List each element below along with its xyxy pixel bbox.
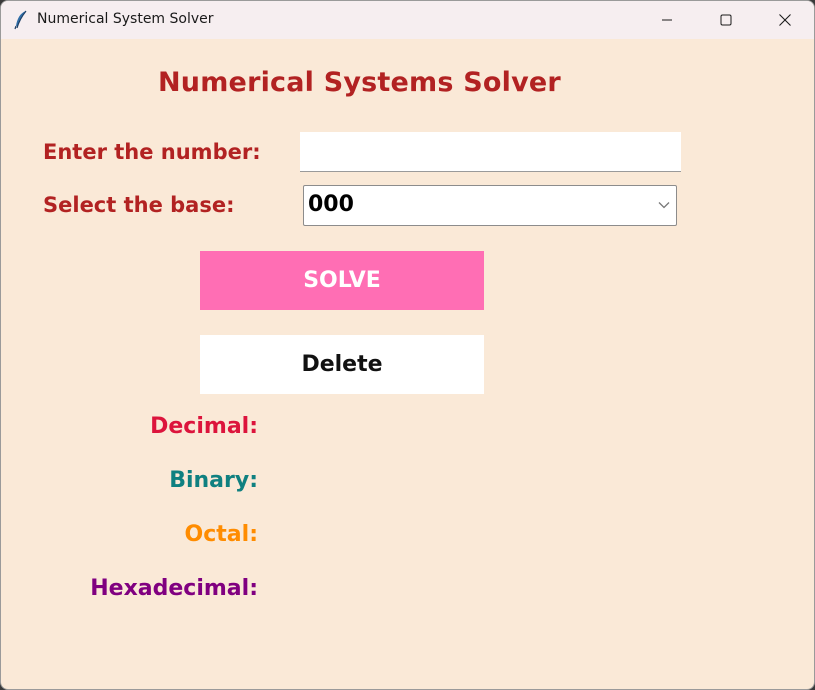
chevron-down-icon [658, 202, 670, 209]
base-selected-value: 000 [308, 192, 354, 217]
title-bar: Numerical System Solver [1, 1, 814, 39]
base-select[interactable]: 000 [303, 185, 677, 226]
base-label: Select the base: [43, 193, 235, 217]
minimize-icon [662, 19, 672, 21]
octal-label: Octal: [184, 522, 258, 547]
hexadecimal-label: Hexadecimal: [90, 576, 258, 601]
solve-button[interactable]: SOLVE [200, 251, 484, 310]
maximize-button[interactable] [697, 1, 755, 39]
main-content: Numerical Systems Solver Enter the numbe… [1, 39, 814, 689]
close-icon [779, 14, 791, 26]
maximize-icon [720, 14, 732, 26]
number-label: Enter the number: [43, 140, 261, 164]
decimal-label: Decimal: [150, 414, 258, 439]
page-title: Numerical Systems Solver [158, 67, 561, 98]
binary-label: Binary: [169, 468, 258, 493]
window-title: Numerical System Solver [37, 11, 214, 27]
delete-button[interactable]: Delete [200, 335, 484, 394]
feather-icon [13, 10, 29, 30]
close-button[interactable] [756, 1, 814, 39]
minimize-button[interactable] [638, 1, 696, 39]
number-input[interactable] [300, 132, 681, 172]
app-window: Numerical System Solver Numerical System… [0, 0, 815, 690]
